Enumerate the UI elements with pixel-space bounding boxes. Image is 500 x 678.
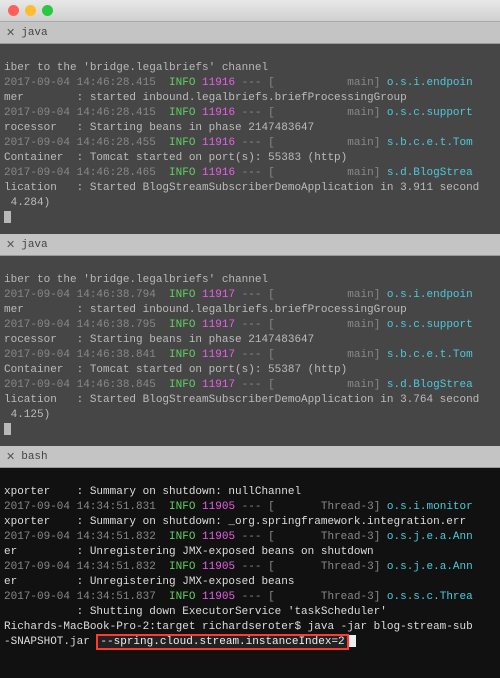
log-line: mer : started inbound.legalbriefs.briefP… <box>4 92 407 104</box>
pane1-tab-label[interactable]: java <box>21 27 47 39</box>
log-timestamp: 2017-09-04 14:34:51.831 <box>4 501 156 513</box>
log-line: er : Unregistering JMX-exposed beans on … <box>4 546 374 558</box>
log-line: rocessor : Starting beans in phase 21474… <box>4 334 314 346</box>
log-timestamp: 2017-09-04 14:46:38.841 <box>4 349 156 361</box>
log-line: xporter : Summary on shutdown: nullChann… <box>4 486 301 498</box>
close-icon[interactable]: ✕ <box>6 26 15 40</box>
log-line: er : Unregistering JMX-exposed beans <box>4 576 294 588</box>
pane2-terminal[interactable]: iber to the 'bridge.legalbriefs' channel… <box>0 256 500 446</box>
log-line: lication : Started BlogStreamSubscriberD… <box>4 394 479 406</box>
command-input-cont[interactable]: -SNAPSHOT.jar <box>4 636 96 648</box>
log-line: 4.284) <box>4 197 50 209</box>
close-dot[interactable] <box>8 5 19 16</box>
log-timestamp: 2017-09-04 14:46:28.415 <box>4 107 156 119</box>
log-timestamp: 2017-09-04 14:34:51.832 <box>4 561 156 573</box>
log-line: lication : Started BlogStreamSubscriberD… <box>4 182 479 194</box>
maximize-dot[interactable] <box>42 5 53 16</box>
cursor <box>349 635 356 647</box>
window-titlebar <box>0 0 500 22</box>
log-line: iber to the 'bridge.legalbriefs' channel <box>4 62 268 74</box>
log-timestamp: 2017-09-04 14:46:28.415 <box>4 77 156 89</box>
log-line: Container : Tomcat started on port(s): 5… <box>4 364 347 376</box>
log-line: mer : started inbound.legalbriefs.briefP… <box>4 304 407 316</box>
log-timestamp: 2017-09-04 14:46:28.455 <box>4 137 156 149</box>
log-timestamp: 2017-09-04 14:34:51.832 <box>4 531 156 543</box>
pane2-tab-label[interactable]: java <box>21 239 47 251</box>
log-timestamp: 2017-09-04 14:34:51.837 <box>4 591 156 603</box>
pane2-tabbar: ✕ java <box>0 234 500 256</box>
log-logger: o.s.i.endpoin <box>387 77 473 89</box>
close-icon[interactable]: ✕ <box>6 450 15 464</box>
log-line: Container : Tomcat started on port(s): 5… <box>4 152 347 164</box>
pane1-terminal[interactable]: iber to the 'bridge.legalbriefs' channel… <box>0 44 500 234</box>
log-line: xporter : Summary on shutdown: _org.spri… <box>4 516 466 528</box>
shell-prompt: Richards-MacBook-Pro-2:target richardser… <box>4 621 308 633</box>
cursor <box>4 423 11 435</box>
pane3-tabbar: ✕ bash <box>0 446 500 468</box>
minimize-dot[interactable] <box>25 5 36 16</box>
log-line: rocessor : Starting beans in phase 21474… <box>4 122 314 134</box>
pane3-terminal[interactable]: xporter : Summary on shutdown: nullChann… <box>0 468 500 678</box>
highlighted-arg: --spring.cloud.stream.instanceIndex=2 <box>96 634 348 650</box>
log-timestamp: 2017-09-04 14:46:28.465 <box>4 167 156 179</box>
close-icon[interactable]: ✕ <box>6 238 15 252</box>
log-timestamp: 2017-09-04 14:46:38.845 <box>4 379 156 391</box>
pane1-tabbar: ✕ java <box>0 22 500 44</box>
cursor <box>4 211 11 223</box>
log-line: iber to the 'bridge.legalbriefs' channel <box>4 274 268 286</box>
pane3-tab-label[interactable]: bash <box>21 451 47 463</box>
log-line: 4.125) <box>4 409 50 421</box>
log-pid: 11916 <box>202 77 235 89</box>
log-line: : Shutting down ExecutorService 'taskSch… <box>4 606 387 618</box>
command-input[interactable]: java -jar blog-stream-sub <box>308 621 473 633</box>
log-level: INFO <box>169 77 195 89</box>
log-timestamp: 2017-09-04 14:46:38.794 <box>4 289 156 301</box>
log-timestamp: 2017-09-04 14:46:38.795 <box>4 319 156 331</box>
